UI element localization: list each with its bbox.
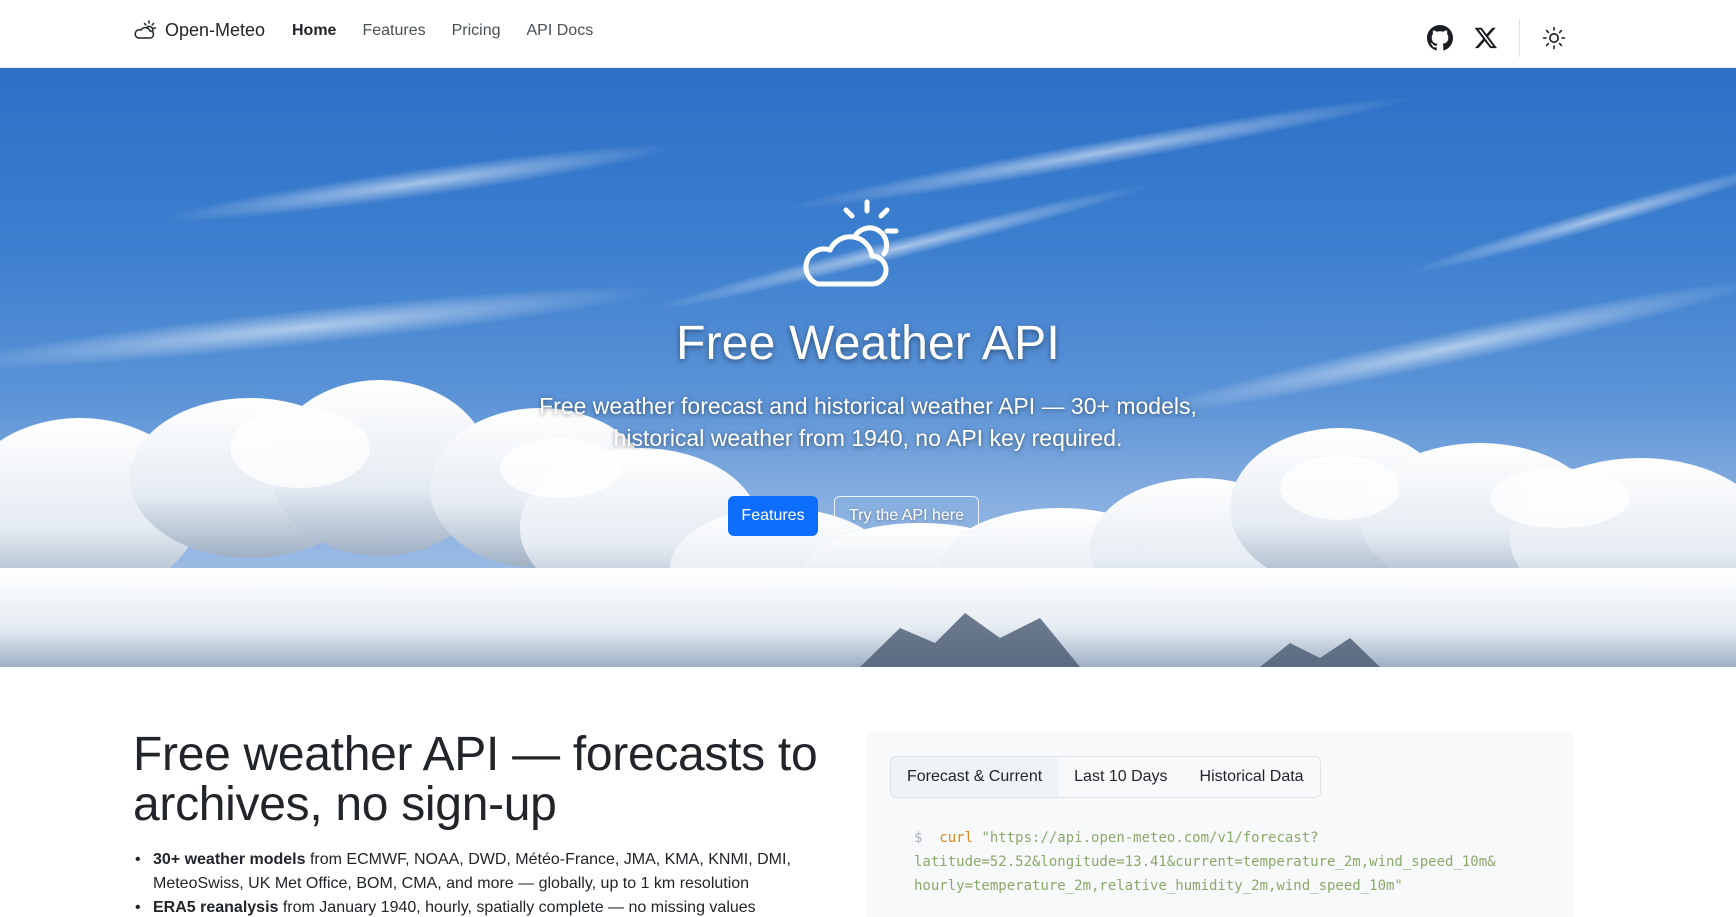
code-line-3: hourly=temperature_2m,relative_humidity_…: [914, 878, 1403, 894]
x-twitter-icon[interactable]: [1473, 25, 1499, 51]
list-item-text: from January 1940, hourly, spatially com…: [278, 899, 756, 916]
hero-title: Free Weather API: [676, 317, 1060, 370]
top-navbar: Open-Meteo Home Features Pricing API Doc…: [0, 0, 1736, 68]
nav-home[interactable]: Home: [292, 22, 336, 40]
code-tabs: Forecast & Current Last 10 Days Historic…: [890, 756, 1321, 798]
brand-name: Open-Meteo: [165, 19, 266, 40]
hero-subtitle-line1: Free weather forecast and historical wea…: [539, 393, 1197, 419]
code-prompt: $: [914, 830, 923, 846]
features-button[interactable]: Features: [728, 496, 818, 536]
tab-historical-data[interactable]: Historical Data: [1183, 757, 1320, 797]
github-icon[interactable]: [1427, 25, 1453, 51]
nav-actions: [1427, 19, 1566, 57]
section-title-line1: Free weather API — forecasts to: [133, 728, 818, 781]
sun-theme-icon[interactable]: [1542, 26, 1566, 50]
code-line-1: "https://api.open-meteo.com/v1/forecast?: [981, 830, 1319, 846]
hero-subtitle-line2: historical weather from 1940, no API key…: [613, 425, 1123, 451]
nav-features[interactable]: Features: [362, 22, 425, 40]
brand-link[interactable]: Open-Meteo: [133, 18, 265, 42]
weather-logo-icon: [803, 199, 899, 287]
list-item-bold: ERA5 reanalysis: [153, 899, 279, 916]
code-example-card: Forecast & Current Last 10 Days Historic…: [866, 732, 1574, 917]
list-item: 30+ weather models from ECMWF, NOAA, DWD…: [135, 848, 795, 896]
nav-divider: [1519, 19, 1520, 57]
try-api-button[interactable]: Try the API here: [834, 496, 979, 536]
code-command: curl: [939, 830, 974, 846]
tab-forecast-current[interactable]: Forecast & Current: [891, 757, 1059, 797]
section-title: Free weather API — forecasts to archives…: [133, 730, 833, 830]
hero-subtitle: Free weather forecast and historical wea…: [468, 390, 1268, 454]
nav-api-docs[interactable]: API Docs: [527, 22, 594, 40]
hero-content: Free Weather API Free weather forecast a…: [0, 68, 1736, 667]
hero-section: Free Weather API Free weather forecast a…: [0, 68, 1736, 667]
list-item-bold: 30+ weather models: [153, 851, 306, 868]
features-list: 30+ weather models from ECMWF, NOAA, DWD…: [135, 848, 795, 917]
code-line-2: latitude=52.52&longitude=13.41&current=t…: [914, 854, 1496, 870]
nav-pricing[interactable]: Pricing: [452, 22, 501, 40]
tab-last-10-days[interactable]: Last 10 Days: [1058, 757, 1184, 797]
curl-code-block[interactable]: $ curl "https://api.open-meteo.com/v1/fo…: [914, 826, 1496, 898]
list-item: ERA5 reanalysis from January 1940, hourl…: [135, 896, 795, 917]
main-nav: Home Features Pricing API Docs: [292, 22, 593, 40]
section-title-line2: archives, no sign-up: [133, 778, 557, 831]
weather-logo-icon: [134, 20, 157, 39]
